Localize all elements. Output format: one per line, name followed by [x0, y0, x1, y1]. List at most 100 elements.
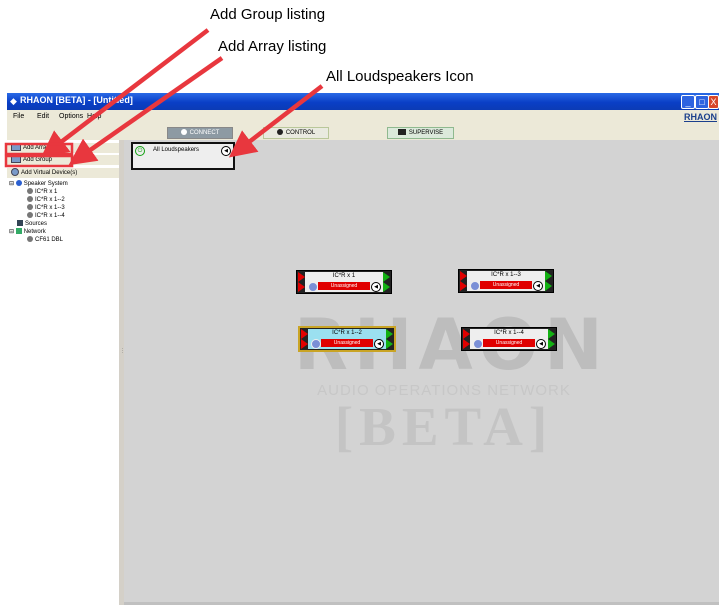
speaker-icon [27, 212, 33, 219]
title-bar: ◆ RHAON [BETA] - [Untitled] _ □ X [7, 93, 719, 110]
supervise-label: SUPERVISE [408, 130, 444, 136]
tree-speaker-system[interactable]: ⊟ Speaker System [7, 180, 119, 188]
tree-item[interactable]: IC*R x 1--4 [7, 212, 119, 220]
device-tile[interactable]: IC*R x 1 Unassigned ◀ [296, 270, 392, 294]
speaker-icon[interactable]: ◀ [374, 339, 384, 349]
status-badge: Unassigned [321, 339, 373, 347]
device-tile-selected[interactable]: IC*R x 1--2 Unassigned ◀ [298, 326, 396, 352]
watermark-beta: [BETA] [334, 396, 554, 457]
add-group-label: Add Group [23, 157, 53, 163]
speaker-icon[interactable]: ◀ [371, 282, 381, 292]
left-panel: Add Array Add Group Add Virtual Device(s… [7, 140, 120, 605]
speaker-icon [27, 204, 33, 211]
device-body: IC*R x 1--3 Unassigned ◀ [467, 271, 545, 291]
all-loudspeakers-tile[interactable]: ⏻ All Loudspeakers ◀ [131, 142, 235, 170]
tree-item[interactable]: IC*R x 1--2 [7, 196, 119, 204]
close-button[interactable]: X [708, 95, 719, 109]
network-icon [15, 228, 22, 235]
device-tile[interactable]: IC*R x 1--3 Unassigned ◀ [458, 269, 554, 293]
tree-network[interactable]: ⊟ Network [7, 228, 119, 236]
annotation-add-array: Add Array listing [218, 38, 327, 55]
speaker-icon [27, 236, 33, 243]
output-triangle-icon [548, 339, 555, 349]
tree-label: IC*R x 1 [35, 189, 58, 195]
device-name: IC*R x 1--4 [494, 330, 524, 336]
device-name: IC*R x 1--3 [491, 272, 521, 278]
all-loudspeakers-label: All Loudspeakers [153, 147, 200, 153]
annotation-add-group: Add Group listing [210, 6, 326, 23]
tree-label: CF61 DBL [35, 237, 64, 243]
input-triangle-icon [301, 329, 308, 339]
tree-item[interactable]: IC*R x 1 [7, 188, 119, 196]
mode-toolbar: CONNECT CONTROL SUPERVISE [7, 125, 719, 139]
control-label: CONTROL [285, 130, 316, 136]
add-group-button[interactable]: Add Group [7, 155, 119, 165]
output-triangle-icon [545, 271, 552, 281]
design-canvas[interactable]: RHAON AUDIO OPERATIONS NETWORK [BETA] ⏻ … [124, 140, 719, 605]
input-triangle-icon [463, 339, 470, 349]
input-triangle-icon [460, 281, 467, 291]
device-body: IC*R x 1 Unassigned ◀ [305, 272, 383, 292]
settings-icon[interactable] [470, 281, 480, 291]
brand-logo: RHAON [684, 112, 717, 122]
speaker-icon[interactable]: ◀ [533, 281, 543, 291]
settings-icon[interactable] [311, 339, 321, 349]
tree-item[interactable]: IC*R x 1--3 [7, 204, 119, 212]
collapse-icon[interactable]: ⊟ [9, 181, 14, 187]
supervise-button[interactable]: SUPERVISE [387, 127, 454, 139]
collapse-icon[interactable]: ⊟ [9, 229, 14, 235]
speaker-icon [27, 196, 33, 203]
tree-sources[interactable]: Sources [7, 220, 119, 228]
output-triangle-icon [386, 339, 393, 349]
settings-icon[interactable] [473, 339, 483, 349]
device-name: IC*R x 1 [332, 273, 356, 279]
add-array-button[interactable]: Add Array [7, 143, 119, 153]
status-badge: Unassigned [480, 281, 532, 289]
add-virtual-label: Add Virtual Device(s) [21, 170, 78, 176]
input-triangle-icon [301, 339, 308, 349]
speaker-icon [11, 168, 19, 177]
menu-help[interactable]: Help [87, 113, 101, 120]
input-triangle-icon [463, 329, 470, 339]
input-triangle-icon [460, 271, 467, 281]
connect-label: CONNECT [189, 130, 220, 136]
power-icon[interactable]: ⏻ [135, 146, 145, 156]
add-array-label: Add Array [23, 145, 50, 151]
control-icon [276, 129, 283, 136]
tree-label: IC*R x 1--2 [35, 197, 65, 203]
tree-label: Network [23, 229, 46, 235]
maximize-button[interactable]: □ [695, 95, 709, 109]
tree-network-device[interactable]: CF61 DBL [7, 236, 119, 244]
menu-bar: File Edit Options Help RHAON [7, 110, 719, 125]
app-icon: ◆ [10, 96, 17, 106]
output-triangle-icon [383, 282, 390, 292]
add-virtual-device-button[interactable]: Add Virtual Device(s) [7, 168, 119, 178]
tree-label: IC*R x 1--4 [35, 213, 65, 219]
sources-icon [17, 220, 23, 227]
settings-icon[interactable] [308, 282, 318, 292]
tree-label: Sources [25, 221, 48, 227]
tree-label: Speaker System [23, 181, 68, 187]
array-icon [11, 143, 21, 152]
supervise-icon [397, 129, 406, 136]
input-triangle-icon [298, 282, 305, 292]
device-name: IC*R x 1--2 [332, 330, 362, 336]
status-badge: Unassigned [318, 282, 370, 290]
menu-file[interactable]: File [13, 113, 24, 120]
speaker-icon[interactable]: ◀ [221, 146, 231, 156]
input-triangle-icon [298, 272, 305, 282]
device-body: IC*R x 1--4 Unassigned ◀ [470, 329, 548, 349]
speaker-system-icon [15, 180, 22, 187]
control-button[interactable]: CONTROL [263, 127, 329, 139]
group-icon [11, 155, 21, 164]
minimize-button[interactable]: _ [681, 95, 695, 109]
window-title: RHAON [BETA] - [Untitled] [20, 95, 133, 105]
menu-options[interactable]: Options [59, 113, 83, 120]
annotation-all-loudspeakers: All Loudspeakers Icon [326, 68, 474, 85]
output-triangle-icon [386, 329, 393, 339]
speaker-icon[interactable]: ◀ [536, 339, 546, 349]
device-tile[interactable]: IC*R x 1--4 Unassigned ◀ [461, 327, 557, 351]
connect-button[interactable]: CONNECT [167, 127, 233, 139]
speaker-icon [27, 188, 33, 195]
menu-edit[interactable]: Edit [37, 113, 49, 120]
